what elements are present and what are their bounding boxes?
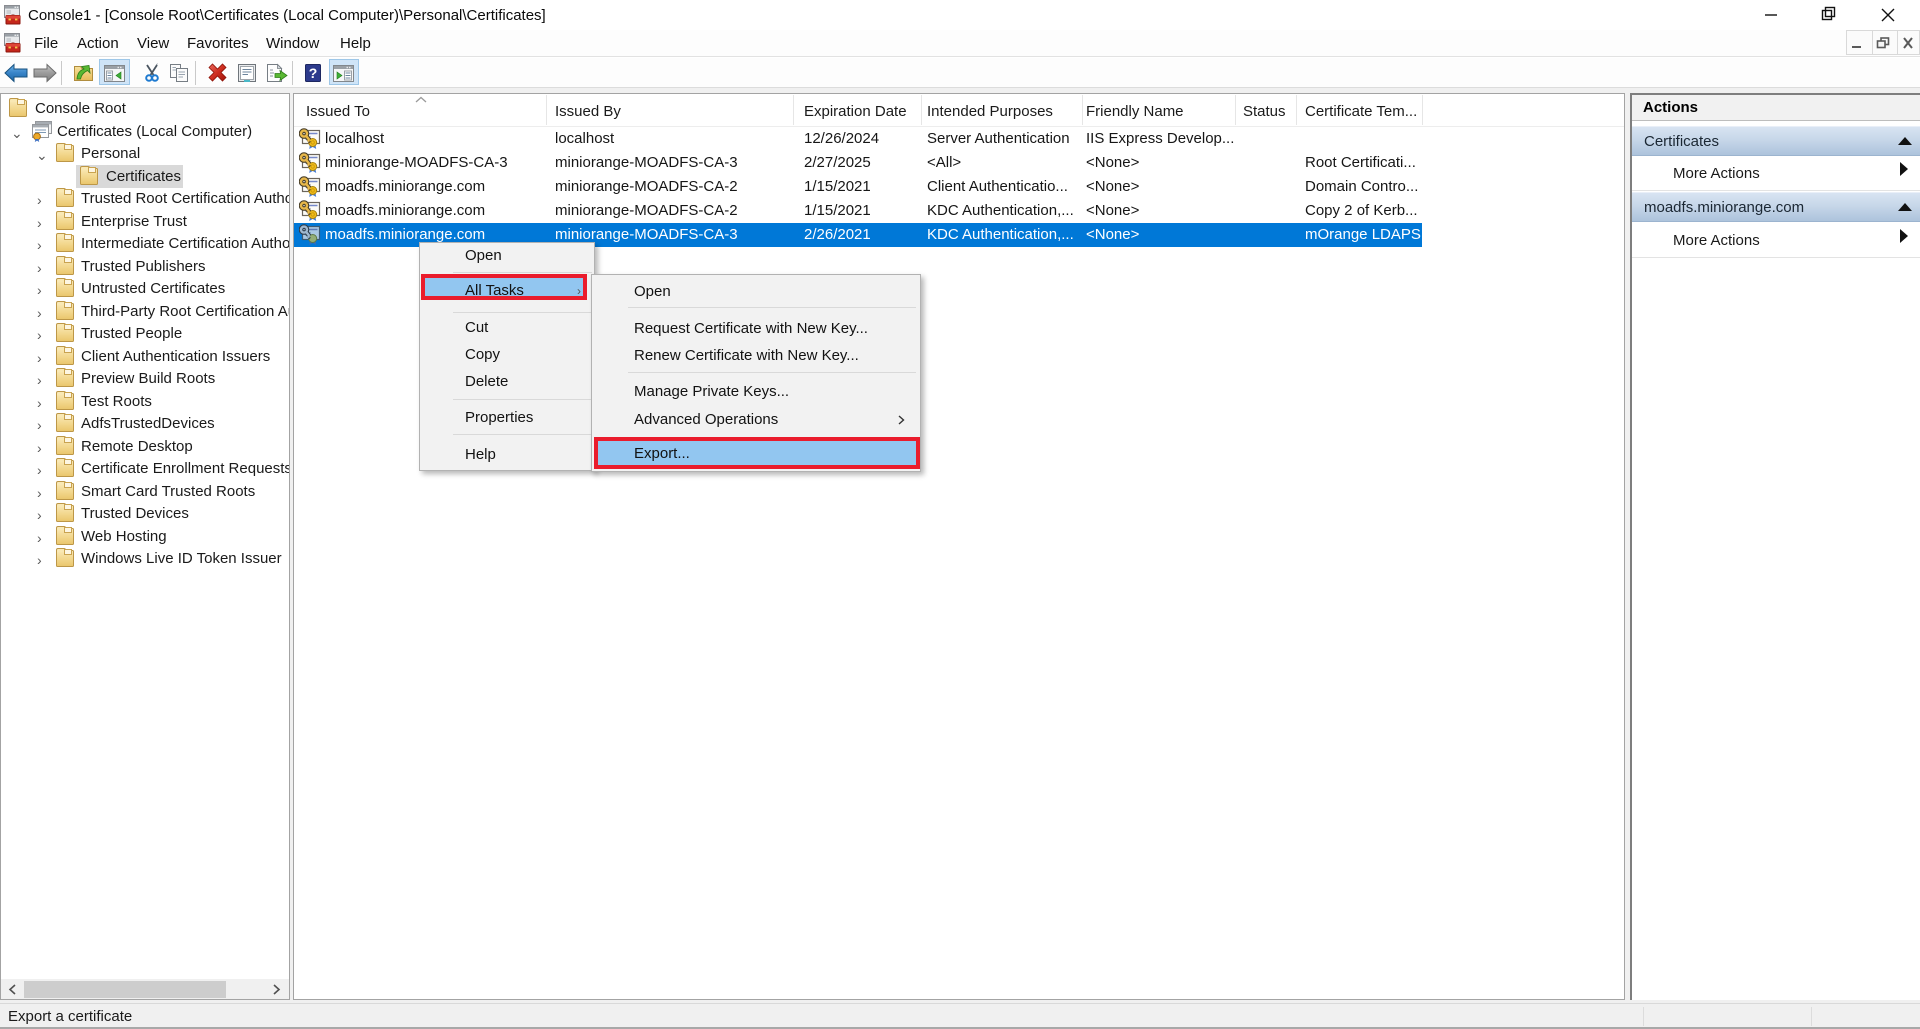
svg-text:?: ? bbox=[309, 65, 318, 81]
